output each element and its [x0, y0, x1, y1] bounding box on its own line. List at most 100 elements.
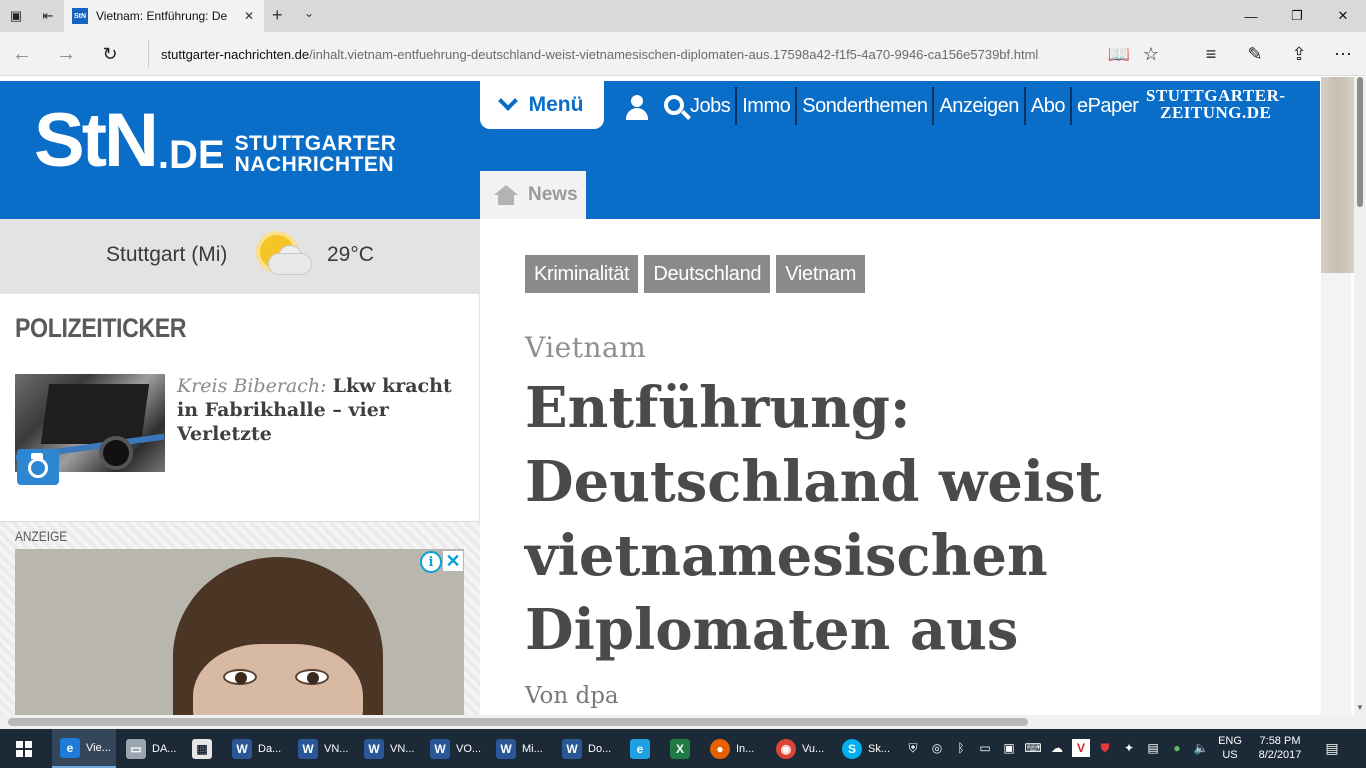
nav-sonderthemen[interactable]: Sonderthemen	[797, 87, 935, 125]
taskbar-app-label: Sk...	[868, 742, 891, 755]
weather-widget[interactable]: Stuttgart (Mi) 29°C	[0, 219, 480, 294]
taskbar-app-drive[interactable]: ▭ DA...	[118, 729, 182, 768]
hub-icon[interactable]: ≡	[1198, 42, 1224, 66]
favorite-star-icon[interactable]: ☆	[1138, 42, 1164, 66]
article-tags: Kriminalität Deutschland Vietnam	[525, 255, 871, 293]
word-icon: W	[562, 738, 582, 759]
nav-epaper[interactable]: ePaper	[1072, 87, 1144, 125]
tab-news[interactable]: News	[480, 171, 586, 219]
tag-deutschland[interactable]: Deutschland	[644, 255, 771, 293]
firefox-icon: ●	[710, 738, 730, 759]
tab-title: Vietnam: Entführung: De	[96, 9, 228, 23]
nav-immo[interactable]: Immo	[737, 87, 798, 125]
polizeiticker-teaser[interactable]: Kreis Biberach: Lkw kracht in Fabrikhall…	[177, 374, 467, 446]
taskbar-app-edge[interactable]: e Vie...	[52, 729, 116, 768]
tag-vietnam[interactable]: Vietnam	[776, 255, 866, 293]
taskbar-app-word-5[interactable]: W Mi...	[488, 729, 554, 768]
polizeiticker-title[interactable]: POLIZEITICKER	[15, 313, 187, 344]
bluetooth-icon[interactable]: ᛒ	[952, 739, 970, 757]
taskbar-app-word-4[interactable]: W VO...	[422, 729, 488, 768]
site-header: StN .DE STUTTGARTER NACHRICHTEN Menü Job…	[0, 81, 1320, 219]
set-aside-tabs-icon[interactable]: ⇤	[38, 6, 58, 26]
new-tab-icon[interactable]: +	[272, 5, 283, 26]
logo-sub-line2: NACHRICHTEN	[234, 153, 395, 176]
nav-anzeigen[interactable]: Anzeigen	[934, 87, 1026, 125]
close-tab-icon[interactable]: ✕	[244, 9, 254, 23]
drive-tray-icon[interactable]: ▣	[1000, 739, 1018, 757]
word-icon: W	[496, 738, 516, 759]
vertical-scroll-thumb[interactable]	[1357, 77, 1363, 207]
shield-icon[interactable]: ⛨	[904, 739, 922, 757]
nav-jobs[interactable]: Jobs	[688, 87, 738, 125]
back-icon[interactable]: ←	[10, 42, 34, 66]
menu-label: Menü	[528, 93, 584, 116]
minimize-icon[interactable]: —	[1228, 0, 1274, 32]
taskbar-app-excel[interactable]: X	[662, 729, 702, 768]
web-page: StN .DE STUTTGARTER NACHRICHTEN Menü Job…	[0, 77, 1320, 715]
scroll-down-icon[interactable]: ▼	[1356, 703, 1364, 712]
browser-tabbar: ▣ ⇤ StN Vietnam: Entführung: De ✕ + ⌄ — …	[0, 0, 1366, 32]
close-window-icon[interactable]: ✕	[1320, 0, 1366, 32]
taskbar-app-store[interactable]: ▦	[184, 729, 224, 768]
logo-domain: .DE	[157, 133, 225, 177]
app-tray-icon[interactable]: ●	[1168, 739, 1186, 757]
taskbar-app-word-2[interactable]: W VN...	[290, 729, 356, 768]
taskbar-app-ie[interactable]: e	[622, 729, 662, 768]
nav-abo[interactable]: Abo	[1026, 87, 1072, 125]
windows-logo-icon	[16, 740, 32, 757]
taskbar-app-firefox[interactable]: ● In...	[702, 729, 766, 768]
language-indicator[interactable]: ENG US	[1212, 734, 1248, 762]
forward-icon[interactable]: →	[54, 42, 78, 66]
reading-view-icon[interactable]: 📖	[1106, 42, 1132, 66]
security-shield-icon[interactable]: ⛊	[1096, 739, 1114, 757]
ad-image[interactable]	[15, 549, 464, 715]
taskbar-app-skype[interactable]: S Sk...	[834, 729, 896, 768]
store-icon: ▦	[192, 738, 212, 759]
taskbar-app-chrome[interactable]: ◉ Vu...	[768, 729, 834, 768]
share-icon[interactable]: ⇪	[1286, 42, 1312, 66]
keyboard-icon[interactable]: ⌨	[1024, 739, 1042, 757]
taskbar-app-label: In...	[736, 742, 755, 755]
tool-tray-icon[interactable]: ✦	[1120, 739, 1138, 757]
tab-active[interactable]: StN Vietnam: Entführung: De ✕	[64, 0, 264, 32]
taskbar-app-word-3[interactable]: W VN...	[356, 729, 422, 768]
web-note-icon[interactable]: ✎	[1242, 42, 1268, 66]
stuttgarter-zeitung-link[interactable]: STUTTGARTER- ZEITUNG.DE	[1146, 87, 1286, 121]
tab-preview-chevron-icon[interactable]: ⌄	[304, 6, 314, 20]
taskbar-app-word-1[interactable]: W Da...	[224, 729, 290, 768]
excel-icon: X	[670, 738, 690, 759]
volume-icon[interactable]: 🔈	[1192, 739, 1210, 757]
ad-close-icon[interactable]: ✕	[443, 551, 463, 571]
url-path: /inhalt.vietnam-entfuehrung-deutschland-…	[309, 46, 1039, 62]
ad-info-icon[interactable]: i	[420, 551, 442, 573]
url-field[interactable]: stuttgarter-nachrichten.de/inhalt.vietna…	[148, 40, 1068, 68]
article-headline: Entführung: Deutschland weist vietnamesi…	[525, 371, 1305, 667]
battery-icon[interactable]: ▭	[976, 739, 994, 757]
logo-main: StN	[34, 98, 159, 183]
action-center-icon[interactable]: ▤	[1322, 738, 1342, 758]
chrome-icon: ◉	[776, 738, 796, 759]
tab-manager-icon[interactable]: ▣	[6, 6, 26, 26]
url-domain: stuttgarter-nachrichten.de	[161, 46, 310, 62]
horizontal-scroll-thumb[interactable]	[8, 718, 1028, 726]
restore-icon[interactable]: ❐	[1274, 0, 1320, 32]
refresh-icon[interactable]: ↻	[98, 42, 122, 66]
polizeiticker-kicker: Kreis Biberach:	[177, 375, 327, 397]
menu-button[interactable]: Menü	[480, 81, 604, 129]
tag-kriminalitaet[interactable]: Kriminalität	[525, 255, 639, 293]
site-logo[interactable]: StN .DE STUTTGARTER NACHRICHTEN	[34, 103, 396, 179]
taskbar-app-word-6[interactable]: W Do...	[554, 729, 620, 768]
horizontal-scrollbar[interactable]	[0, 715, 1366, 729]
skyscraper-ad-image[interactable]	[1321, 77, 1354, 273]
network-icon[interactable]: ▤	[1144, 739, 1162, 757]
chevron-down-icon	[497, 91, 518, 111]
more-icon[interactable]: ⋯	[1330, 42, 1356, 66]
clock[interactable]: 7:58 PM 8/2/2017	[1250, 734, 1310, 762]
start-button[interactable]	[0, 729, 48, 768]
sync-icon[interactable]: ◎	[928, 739, 946, 757]
antivirus-icon[interactable]: V	[1072, 739, 1090, 757]
headline-line-2: Deutschland weist	[525, 449, 1102, 515]
user-icon[interactable]	[625, 95, 649, 121]
onedrive-icon[interactable]: ☁	[1048, 739, 1066, 757]
headline-line-4: Diplomaten aus	[525, 597, 1019, 663]
